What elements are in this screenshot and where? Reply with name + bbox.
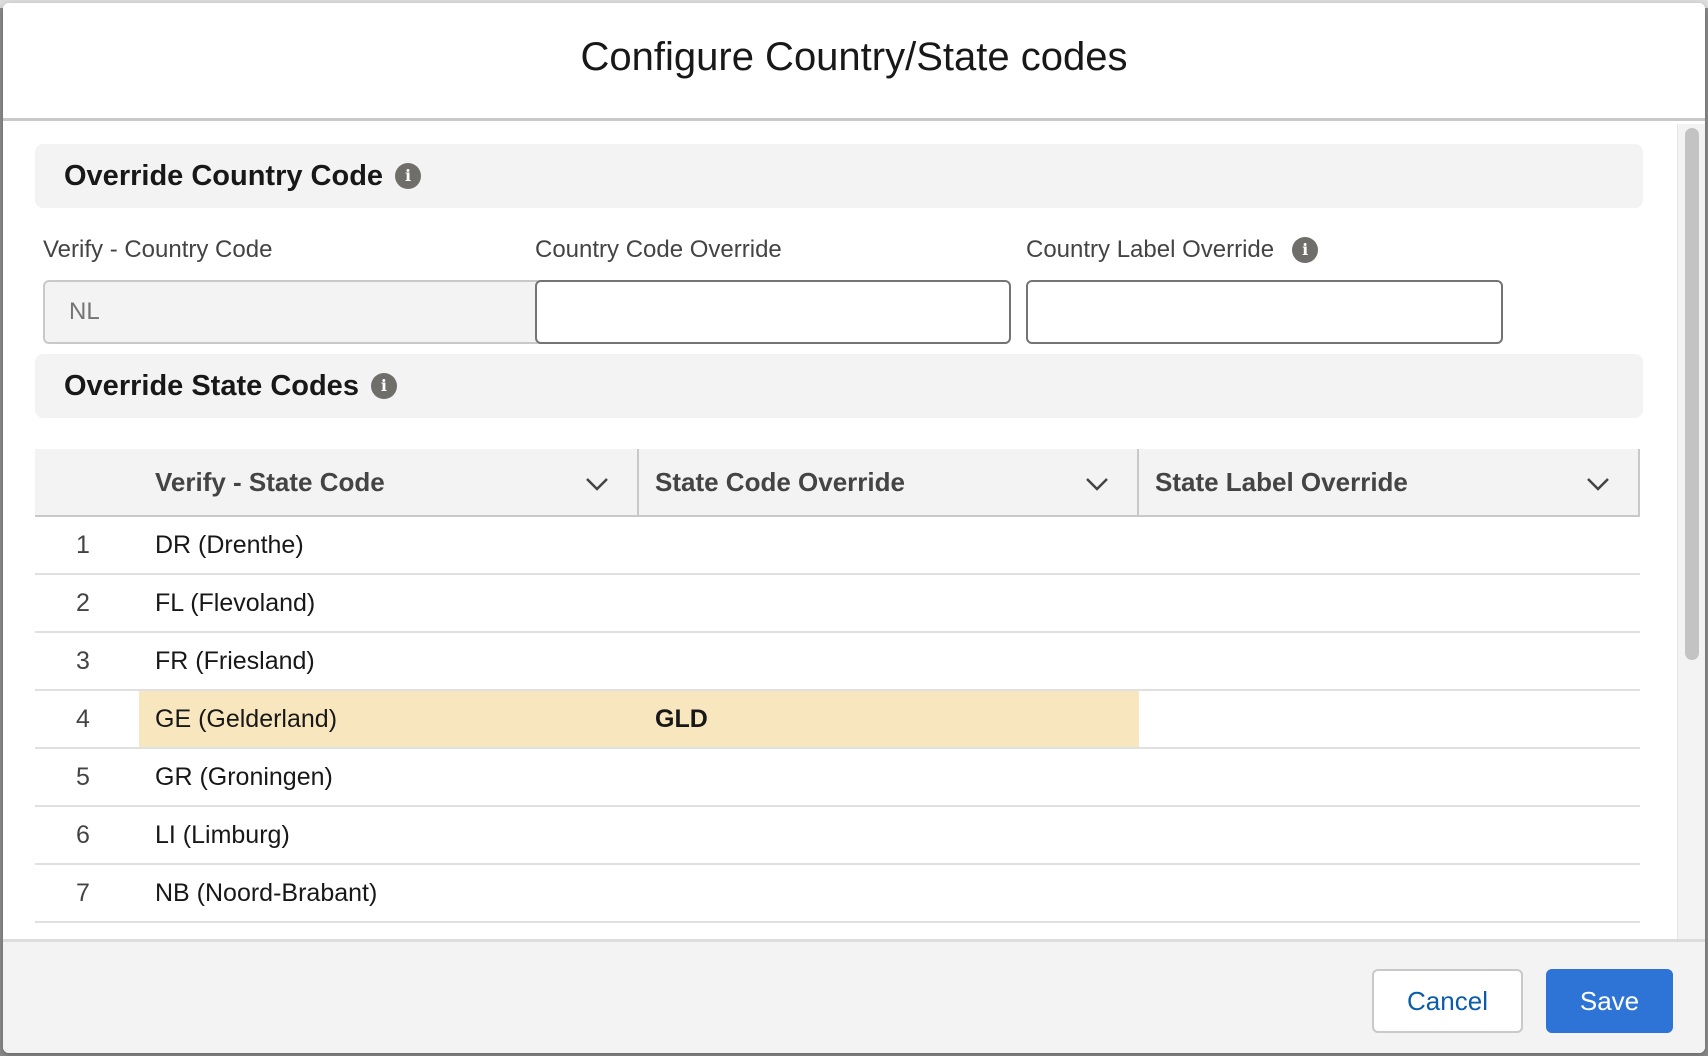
state-code-override-cell[interactable]: GLD xyxy=(639,691,1139,747)
column-header-state-code-override[interactable]: State Code Override xyxy=(639,449,1139,515)
row-number: 4 xyxy=(76,704,90,733)
field-label: Country Code Override xyxy=(535,236,782,263)
row-number: 5 xyxy=(76,762,90,791)
state-label-override-cell[interactable] xyxy=(1139,633,1640,689)
chevron-down-icon[interactable] xyxy=(585,467,609,498)
country-code-override-input[interactable] xyxy=(535,280,1011,344)
override-state-section-header: Override State Codes i xyxy=(35,354,1643,418)
modal-body[interactable]: Override Country Code i Verify - Country… xyxy=(3,124,1677,939)
state-label-override-cell[interactable] xyxy=(1139,749,1640,805)
row-number: 1 xyxy=(76,530,90,559)
country-label-override-field: Country Label Override i xyxy=(1026,235,1503,344)
row-number: 3 xyxy=(76,646,90,675)
state-code-cell: LI (Limburg) xyxy=(155,820,290,849)
country-code-override-field: Country Code Override xyxy=(535,235,1011,344)
state-code-override-cell[interactable] xyxy=(639,807,1139,863)
verify-country-code-input xyxy=(43,280,563,344)
country-label-override-input[interactable] xyxy=(1026,280,1503,344)
column-header-state-label-override[interactable]: State Label Override xyxy=(1139,449,1640,515)
state-code-override-cell[interactable] xyxy=(639,633,1139,689)
country-label-override-label: Country Label Override xyxy=(1026,236,1275,263)
info-icon[interactable]: i xyxy=(395,163,422,189)
info-icon[interactable]: i xyxy=(1292,237,1319,263)
state-code-override-cell[interactable] xyxy=(639,517,1139,573)
configure-codes-modal: Configure Country/State codes Override C… xyxy=(3,3,1705,1053)
state-label-override-cell[interactable] xyxy=(1139,691,1640,747)
modal-title: Configure Country/State codes xyxy=(580,35,1128,79)
save-button[interactable]: Save xyxy=(1546,969,1673,1033)
override-state-title: Override State Codes xyxy=(64,369,359,402)
column-header-label: State Label Override xyxy=(1155,466,1408,497)
table-row-edited: 4 GE (Gelderland) GLD xyxy=(35,691,1640,749)
chevron-down-icon[interactable] xyxy=(1085,467,1109,498)
table-row: 7 NB (Noord-Brabant) xyxy=(35,865,1640,923)
column-header-verify-state-code[interactable]: Verify - State Code xyxy=(139,449,639,515)
modal-scrollbar[interactable] xyxy=(1677,124,1705,939)
row-number: 6 xyxy=(76,820,90,849)
override-country-section-header: Override Country Code i xyxy=(35,144,1643,208)
state-code-override-cell[interactable] xyxy=(639,575,1139,631)
state-label-override-cell[interactable] xyxy=(1139,517,1640,573)
state-code-cell: FL (Flevoland) xyxy=(155,588,316,617)
cancel-button[interactable]: Cancel xyxy=(1372,969,1523,1033)
verify-country-code-field: Verify - Country Code xyxy=(43,235,563,344)
state-codes-table: Verify - State Code State Code Override … xyxy=(35,449,1640,923)
scrollbar-thumb[interactable] xyxy=(1685,128,1699,660)
row-number: 2 xyxy=(76,588,90,617)
modal-footer: Cancel Save xyxy=(3,939,1705,1053)
column-header-label: State Code Override xyxy=(655,466,905,497)
table-row: 2 FL (Flevoland) xyxy=(35,575,1640,633)
state-code-override-cell[interactable] xyxy=(639,749,1139,805)
chevron-down-icon[interactable] xyxy=(1586,467,1610,498)
override-country-title: Override Country Code xyxy=(64,159,384,192)
field-label-with-info: Country Label Override i xyxy=(1026,235,1503,265)
row-number-header xyxy=(35,449,139,515)
column-header-label: Verify - State Code xyxy=(155,466,385,497)
modal-header: Configure Country/State codes xyxy=(3,3,1705,121)
row-number: 7 xyxy=(76,878,90,907)
state-code-cell: GE (Gelderland) xyxy=(139,691,639,747)
field-label: Verify - Country Code xyxy=(43,236,273,263)
state-code-cell: FR (Friesland) xyxy=(155,646,315,675)
state-code-cell: NB (Noord-Brabant) xyxy=(155,878,378,907)
state-label-override-cell[interactable] xyxy=(1139,865,1640,921)
state-code-cell: GR (Groningen) xyxy=(155,762,333,791)
table-row: 5 GR (Groningen) xyxy=(35,749,1640,807)
state-code-override-cell[interactable] xyxy=(639,865,1139,921)
state-code-cell: DR (Drenthe) xyxy=(155,530,304,559)
state-label-override-cell[interactable] xyxy=(1139,807,1640,863)
table-header: Verify - State Code State Code Override … xyxy=(35,449,1640,517)
table-row: 6 LI (Limburg) xyxy=(35,807,1640,865)
state-label-override-cell[interactable] xyxy=(1139,575,1640,631)
table-row: 1 DR (Drenthe) xyxy=(35,517,1640,575)
table-row: 3 FR (Friesland) xyxy=(35,633,1640,691)
info-icon[interactable]: i xyxy=(370,373,397,399)
